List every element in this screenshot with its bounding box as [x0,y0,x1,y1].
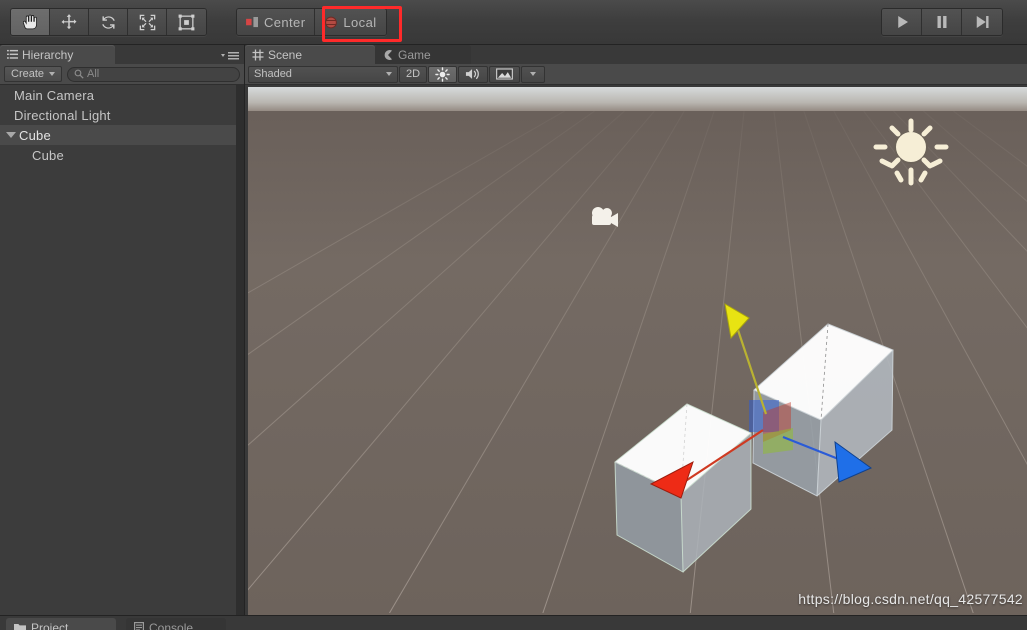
rotate-icon [101,15,115,29]
tab-project[interactable]: Project [6,618,116,630]
folder-icon [14,623,26,630]
scale-icon [139,14,155,30]
scene-view-toolbar: Shaded 2D [245,64,1027,85]
pivot-controls-group: Center Local [236,8,387,36]
hierarchy-sub-toolbar: Create All [0,64,244,85]
chevron-down-icon [386,72,392,76]
scene-viewport[interactable]: https://blog.csdn.net/qq_42577542 [248,87,1027,615]
expand-triangle-icon[interactable] [6,132,16,138]
hierarchy-item-cube-parent[interactable]: Cube [0,125,236,145]
toggle-effects-button[interactable] [489,65,521,83]
console-tab-label: Console [149,620,194,630]
pivot-mode-label: Center [264,14,306,30]
play-button[interactable] [882,9,922,35]
search-input[interactable]: All [67,66,240,82]
hierarchy-icon [7,49,18,59]
step-button[interactable] [962,9,1002,35]
game-pacman-icon [384,49,392,60]
pivot-rotation-button[interactable]: Local [315,9,386,35]
play-icon [897,16,908,28]
scene-tab-strip: Scene Game [245,45,1027,64]
scale-tool-button[interactable] [128,9,167,35]
unity-editor-window: Center Local Hierarchy Create All Main C… [0,0,1027,630]
sky-horizon-band [248,87,1027,113]
lighting-sun-icon [435,66,450,82]
hand-tool-button[interactable] [11,9,50,35]
tab-hierarchy[interactable]: Hierarchy [0,45,115,64]
hierarchy-scrollbar[interactable] [236,85,244,615]
main-toolbar: Center Local [0,0,1027,45]
draw-mode-dropdown[interactable]: Shaded [248,65,398,83]
center-pivot-icon [246,16,258,27]
hierarchy-item-label: Directional Light [14,107,111,123]
rect-tool-button[interactable] [167,9,206,35]
transform-tools-group [10,8,207,36]
playback-controls-group [881,8,1003,36]
search-placeholder: All [87,68,100,80]
step-icon [976,16,989,28]
hierarchy-context-menu-button[interactable] [221,49,239,67]
pivot-mode-button[interactable]: Center [237,9,316,35]
search-icon [74,69,84,79]
chevron-down-icon [49,72,56,76]
pause-button[interactable] [922,9,962,35]
bottom-panel-tab-strip: Project Console [0,615,1027,630]
hierarchy-item-cube-child[interactable]: Cube [0,145,236,165]
local-rotation-icon [325,16,338,28]
audio-speaker-icon [466,68,479,80]
move-icon [61,14,77,30]
effects-dropdown-button[interactable] [521,65,546,83]
hierarchy-list: Main Camera Directional Light Cube Cube [0,85,236,615]
pivot-rotation-label: Local [343,14,377,30]
rect-transform-icon [178,14,195,30]
chevron-down-icon [530,72,537,76]
game-tab-label: Game [398,47,431,62]
directional-light-gizmo[interactable] [870,115,952,197]
tab-scene[interactable]: Scene [245,45,375,64]
hand-icon [22,14,37,29]
effects-image-icon [496,68,513,80]
tab-console[interactable]: Console [126,618,226,630]
pause-icon [937,16,946,28]
hierarchy-panel: Hierarchy Create All Main Camera Directi… [0,45,245,615]
console-icon [134,622,144,630]
hierarchy-tab-strip: Hierarchy [0,45,244,64]
gizmo-y-arrow [724,303,750,340]
rotate-tool-button[interactable] [89,9,128,35]
tab-game[interactable]: Game [375,45,471,64]
hierarchy-tab-label: Hierarchy [22,47,74,62]
hierarchy-item-label: Main Camera [14,87,95,103]
toggle-lighting-button[interactable] [428,65,458,83]
create-button[interactable]: Create [4,66,63,82]
create-label: Create [11,68,45,80]
project-tab-label: Project [31,620,69,630]
hierarchy-item-main-camera[interactable]: Main Camera [0,85,236,105]
watermark-text: https://blog.csdn.net/qq_42577542 [798,591,1023,607]
hierarchy-item-directional-light[interactable]: Directional Light [0,105,236,125]
scene-grid-icon [252,49,264,60]
scene-tab-label: Scene [268,47,303,62]
scene-objects[interactable] [603,302,933,582]
hierarchy-item-label: Cube [19,127,51,143]
panel-menu-icon [221,52,239,60]
move-tool-button[interactable] [50,9,89,35]
scene-view-panel: Scene Game Shaded 2D https://blog.csdn.n… [245,45,1027,615]
toggle-audio-button[interactable] [458,65,489,83]
hierarchy-item-label: Cube [32,147,64,163]
toggle-2d-button[interactable]: 2D [399,65,428,83]
draw-mode-label: Shaded [254,68,292,80]
view-mode-2d-label: 2D [406,68,421,80]
camera-gizmo[interactable] [588,205,622,231]
